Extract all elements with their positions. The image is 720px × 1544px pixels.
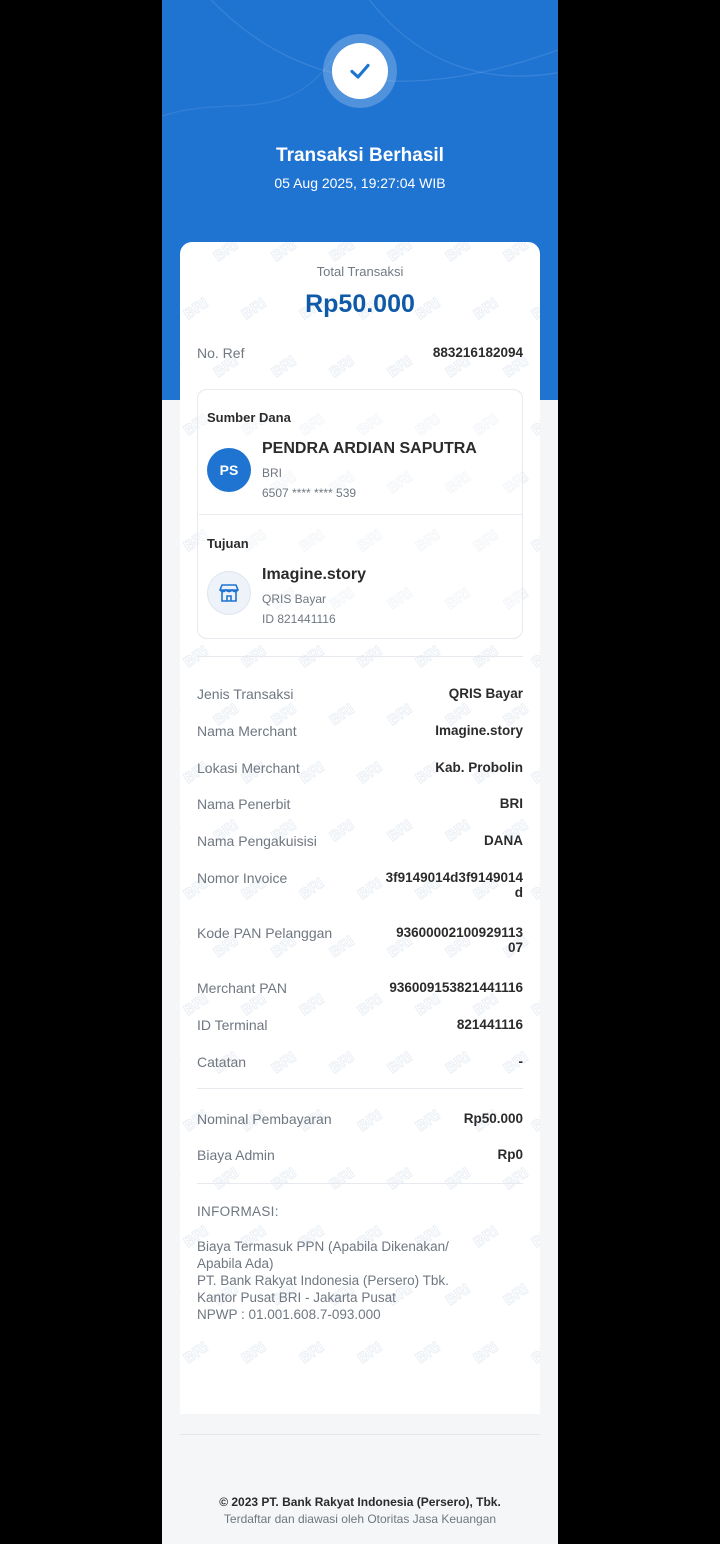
divider	[197, 656, 523, 657]
card-divider	[199, 514, 523, 515]
success-badge	[323, 34, 397, 108]
ref-row: No. Ref 883216182094	[197, 345, 523, 361]
payment-value: Rp50.000	[463, 1111, 523, 1126]
avatar: PS	[207, 448, 251, 492]
store-icon	[219, 584, 239, 602]
store-icon-wrap	[207, 571, 251, 615]
source-account: 6507 **** **** 539	[262, 486, 357, 500]
detail-value: Kab. Probolin	[435, 760, 523, 775]
detail-label: Nama Merchant	[197, 723, 297, 739]
phone-screen: Transaksi Berhasil 05 Aug 2025, 19:27:04…	[162, 0, 558, 1544]
payment-row: Biaya Admin Rp0	[197, 1147, 523, 1163]
destination-id: ID 821441116	[262, 612, 336, 626]
detail-value: QRIS Bayar	[448, 686, 523, 701]
detail-label: Lokasi Merchant	[197, 760, 300, 776]
receipt-card: BRI BRI BRI BRI BRI BRI BRI BRI BRI BRI BRI BRI BRI B…	[180, 242, 540, 1414]
detail-row: Nomor Invoice 3f9149014d3f9149014 d	[197, 870, 523, 900]
detail-value: DANA	[484, 833, 523, 848]
receipt-edge	[180, 1402, 540, 1412]
detail-label: ID Terminal	[197, 1017, 268, 1033]
receipt-edge-shape	[180, 1402, 540, 1412]
destination-type: QRIS Bayar	[262, 592, 327, 606]
detail-row: Catatan -	[197, 1054, 523, 1070]
destination-heading: Tujuan	[207, 536, 249, 551]
copyright-text: © 2023 PT. Bank Rakyat Indonesia (Perser…	[219, 1495, 501, 1509]
detail-label: Catatan	[197, 1054, 247, 1070]
divider	[197, 1088, 523, 1089]
detail-value: Imagine.story	[435, 723, 523, 738]
detail-label: Kode PAN Pelanggan	[197, 925, 333, 941]
detail-value: -	[518, 1054, 524, 1069]
detail-row: ID Terminal 821441116	[197, 1017, 523, 1033]
detail-row: Nama Merchant Imagine.story	[197, 723, 523, 739]
detail-label: Nomor Invoice	[197, 870, 288, 886]
detail-label: Nama Penerbit	[197, 796, 291, 812]
detail-row: Nama Pengakuisisi DANA	[197, 833, 523, 849]
detail-value: 821441116	[456, 1017, 523, 1032]
divider	[197, 1183, 523, 1184]
detail-row: Nama Penerbit BRI	[197, 796, 523, 812]
regulator-text: Terdaftar dan diawasi oleh Otoritas Jasa…	[223, 1512, 497, 1526]
ref-value: 883216182094	[432, 345, 523, 360]
detail-value: 93600002100929113 07	[396, 925, 523, 955]
detail-row: Kode PAN Pelanggan 93600002100929113 07	[197, 925, 523, 955]
detail-label: Nama Pengakuisisi	[197, 833, 317, 849]
source-bank: BRI	[262, 466, 283, 480]
info-text: Biaya Termasuk PPN (Apabila Dikenakan/ A…	[197, 1239, 449, 1322]
detail-row: Merchant PAN 936009153821441116	[197, 980, 523, 996]
payment-row: Nominal Pembayaran Rp50.000	[197, 1111, 523, 1127]
check-icon	[350, 63, 370, 79]
detail-label: Jenis Transaksi	[197, 686, 294, 702]
detail-value: BRI	[499, 796, 523, 811]
ref-label: No. Ref	[197, 345, 245, 361]
payment-label: Biaya Admin	[197, 1147, 275, 1163]
payment-value: Rp0	[497, 1147, 523, 1162]
destination-name: Imagine.story	[262, 566, 367, 583]
detail-value: 3f9149014d3f9149014 d	[385, 870, 523, 900]
source-name: PENDRA ARDIAN SAPUTRA	[262, 440, 477, 457]
party-card: Sumber Dana PS PENDRA ARDIAN SAPUTRA BRI…	[197, 389, 523, 639]
detail-row: Jenis Transaksi QRIS Bayar	[197, 686, 523, 702]
total-label: Total Transaksi	[316, 264, 404, 279]
transaction-datetime: 05 Aug 2025, 19:27:04 WIB	[274, 175, 446, 191]
info-title: INFORMASI:	[197, 1204, 279, 1219]
payment-label: Nominal Pembayaran	[197, 1111, 332, 1127]
footer-divider	[180, 1434, 540, 1435]
detail-value: 936009153821441116	[389, 980, 523, 995]
total-amount: Rp50.000	[305, 290, 415, 318]
detail-row: Lokasi Merchant Kab. Probolin	[197, 760, 523, 776]
source-heading: Sumber Dana	[207, 410, 291, 425]
status-title: Transaksi Berhasil	[276, 145, 444, 166]
detail-label: Merchant PAN	[197, 980, 287, 996]
